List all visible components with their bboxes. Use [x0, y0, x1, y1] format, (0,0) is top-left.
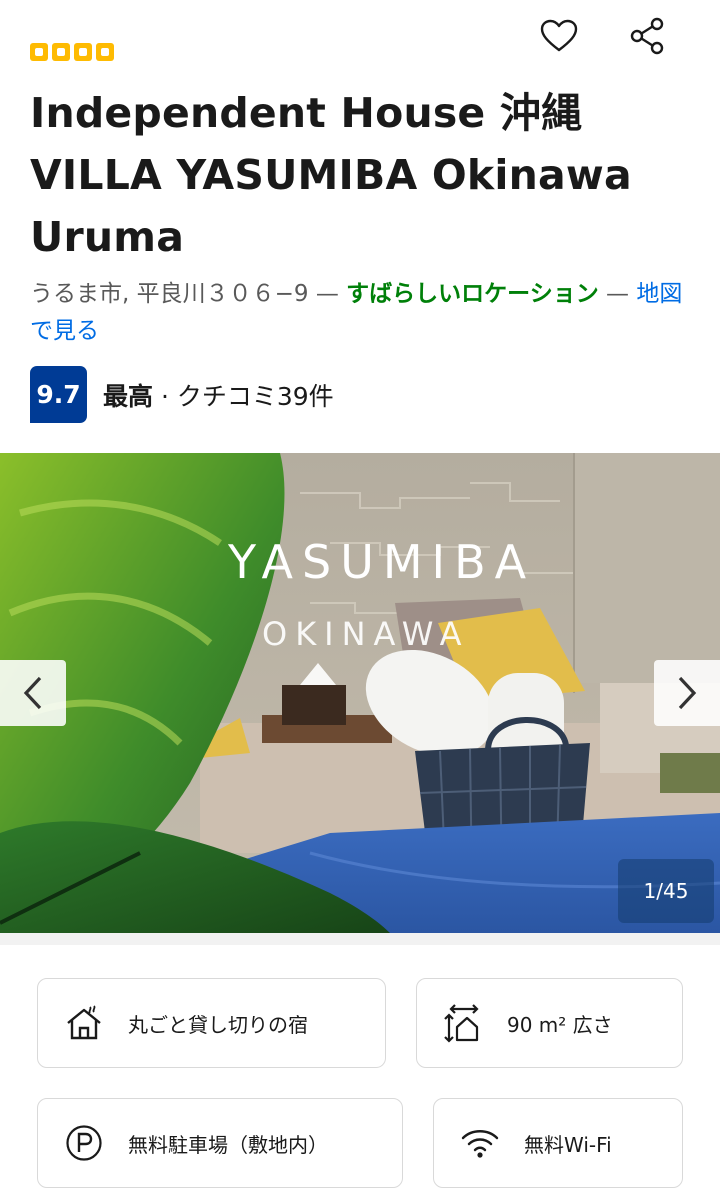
gallery-watermark-subtitle: OKINAWA	[262, 615, 470, 653]
facility-free-parking[interactable]: 無料駐車場（敷地内）	[37, 1098, 403, 1188]
review-summary: 最高 · クチコミ39件	[103, 377, 334, 413]
star-icon	[52, 43, 70, 61]
review-score-badge: 9.7	[30, 366, 87, 423]
chevron-right-icon	[678, 676, 697, 710]
facility-label: 丸ごと貸し切りの宿	[128, 1012, 308, 1037]
address-text: うるま市, 平良川３０６−9	[30, 281, 309, 307]
star-icon	[96, 43, 114, 61]
gallery-photo	[0, 453, 720, 933]
address-separator-2: —	[606, 281, 630, 307]
hotel-title: Independent House 沖縄 VILLA YASUMIBA Okin…	[30, 89, 632, 261]
rating-word: 最高	[103, 381, 154, 411]
review-score-row[interactable]: 9.7 最高 · クチコミ39件	[30, 366, 334, 423]
facility-entire-home[interactable]: 丸ごと貸し切りの宿	[37, 978, 386, 1068]
review-count: クチコミ39件	[176, 381, 334, 411]
star-rating	[30, 43, 114, 61]
heart-icon	[540, 19, 578, 52]
share-button[interactable]	[625, 14, 669, 58]
rating-dot: ·	[160, 381, 169, 411]
chevron-left-icon	[23, 676, 42, 710]
gallery-counter: 1/45	[618, 859, 714, 923]
facility-label: 無料駐車場（敷地内）	[128, 1132, 328, 1157]
house-icon	[62, 1001, 106, 1045]
wifi-icon	[458, 1121, 502, 1165]
facility-room-size[interactable]: 90 m² 広さ	[416, 978, 683, 1068]
parking-icon	[62, 1121, 106, 1165]
share-icon	[630, 17, 664, 55]
star-icon	[30, 43, 48, 61]
gallery-prev-button[interactable]	[0, 660, 66, 726]
gallery-next-button[interactable]	[654, 660, 720, 726]
gallery-watermark-title: YASUMIBA	[228, 535, 536, 589]
location-badge: すばらしいロケーション	[346, 281, 599, 307]
section-divider	[0, 933, 720, 945]
address-block: うるま市, 平良川３０６−9 — すばらしいロケーション — 地図で見る	[30, 276, 690, 350]
photo-gallery[interactable]: YASUMIBA OKINAWA 1/45	[0, 453, 720, 933]
star-icon	[74, 43, 92, 61]
area-size-icon	[441, 1001, 485, 1045]
address-separator: —	[315, 281, 339, 307]
facility-free-wifi[interactable]: 無料Wi-Fi	[433, 1098, 683, 1188]
facility-label: 90 m² 広さ	[507, 1012, 613, 1037]
facility-label: 無料Wi-Fi	[524, 1132, 612, 1157]
favorite-button[interactable]	[537, 14, 581, 58]
